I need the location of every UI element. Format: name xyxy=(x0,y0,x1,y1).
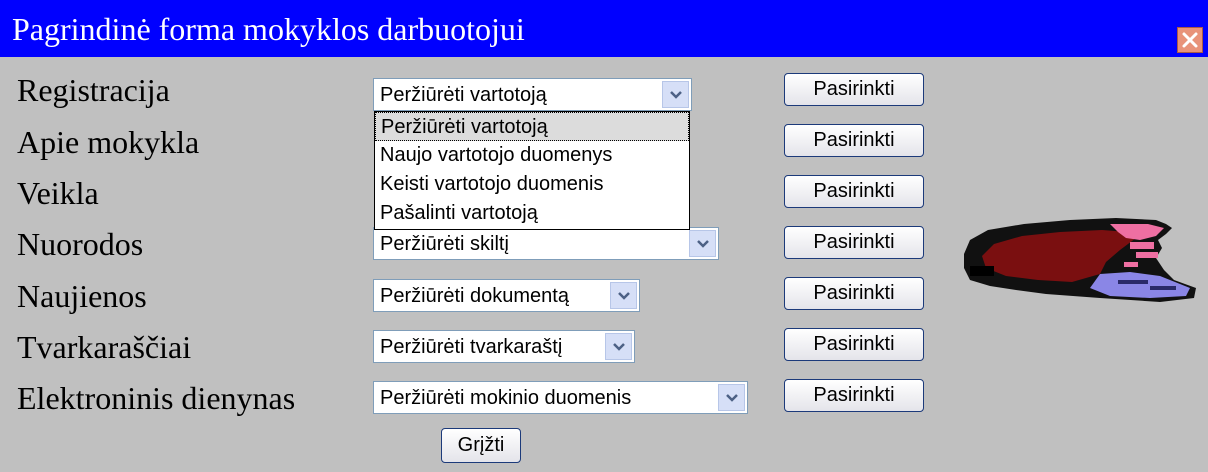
select-tvarkarasciai[interactable]: Peržiūrėti tvarkaraštį xyxy=(373,330,635,363)
select-elektroninis-dienynas-value: Peržiūrėti mokinio duomenis xyxy=(380,387,632,409)
chevron-down-icon xyxy=(696,239,709,248)
select-registracija-arrow[interactable] xyxy=(662,81,689,108)
dropdown-option[interactable]: Peržiūrėti vartotoją xyxy=(375,112,689,141)
title-bar: Pagrindinė forma mokyklos darbuotojui xyxy=(0,0,1208,57)
chevron-down-icon xyxy=(669,90,682,99)
pasirinkti-button-tvarkarasciai[interactable]: Pasirinkti xyxy=(784,328,924,361)
chevron-down-icon xyxy=(612,342,625,351)
select-elektroninis-dienynas[interactable]: Peržiūrėti mokinio duomenis xyxy=(373,381,748,414)
select-naujienos-arrow[interactable] xyxy=(610,282,637,309)
select-registracija-value: Peržiūrėti vartotoją xyxy=(380,84,547,106)
select-naujienos-value: Peržiūrėti dokumentą xyxy=(380,285,569,307)
label-veikla: Veikla xyxy=(17,175,99,211)
book-icon xyxy=(964,218,1196,302)
label-nuorodos: Nuorodos xyxy=(17,226,144,262)
chevron-down-icon xyxy=(617,291,630,300)
select-tvarkarasciai-value: Peržiūrėti tvarkaraštį xyxy=(380,336,563,358)
pasirinkti-button-naujienos[interactable]: Pasirinkti xyxy=(784,277,924,310)
close-icon xyxy=(1182,32,1198,48)
close-button[interactable] xyxy=(1177,27,1203,53)
select-registracija[interactable]: Peržiūrėti vartotoją xyxy=(373,78,692,111)
label-naujienos: Naujienos xyxy=(17,278,147,314)
select-tvarkarasciai-arrow[interactable] xyxy=(605,333,632,360)
window-title: Pagrindinė forma mokyklos darbuotojui xyxy=(12,11,525,47)
label-registracija: Registracija xyxy=(17,72,170,108)
dropdown-option[interactable]: Pašalinti vartotoją xyxy=(375,199,689,228)
label-apie-mokykla: Apie mokykla xyxy=(17,124,200,160)
select-elektroninis-dienynas-arrow[interactable] xyxy=(718,384,745,411)
pasirinkti-button-veikla[interactable]: Pasirinkti xyxy=(784,175,924,208)
dropdown-option[interactable]: Keisti vartotojo duomenis xyxy=(375,170,689,199)
dropdown-option[interactable]: Naujo vartotojo duomenys xyxy=(375,141,689,170)
pasirinkti-button-registracija[interactable]: Pasirinkti xyxy=(784,73,924,106)
label-elektroninis-dienynas: Elektroninis dienynas xyxy=(17,380,296,416)
select-naujienos[interactable]: Peržiūrėti dokumentą xyxy=(373,279,640,312)
select-nuorodos-arrow[interactable] xyxy=(689,230,716,257)
select-nuorodos[interactable]: Peržiūrėti skiltį xyxy=(373,227,719,260)
pasirinkti-button-apie-mokykla[interactable]: Pasirinkti xyxy=(784,124,924,157)
dropdown-list-registracija: Peržiūrėti vartotoją Naujo vartotojo duo… xyxy=(374,111,690,230)
pasirinkti-button-nuorodos[interactable]: Pasirinkti xyxy=(784,226,924,259)
chevron-down-icon xyxy=(725,393,738,402)
label-tvarkarasciai: Tvarkaraščiai xyxy=(17,329,192,365)
select-nuorodos-value: Peržiūrėti skiltį xyxy=(380,233,509,255)
pasirinkti-button-elektroninis-dienynas[interactable]: Pasirinkti xyxy=(784,379,924,412)
back-button[interactable]: Grįžti xyxy=(441,428,521,463)
